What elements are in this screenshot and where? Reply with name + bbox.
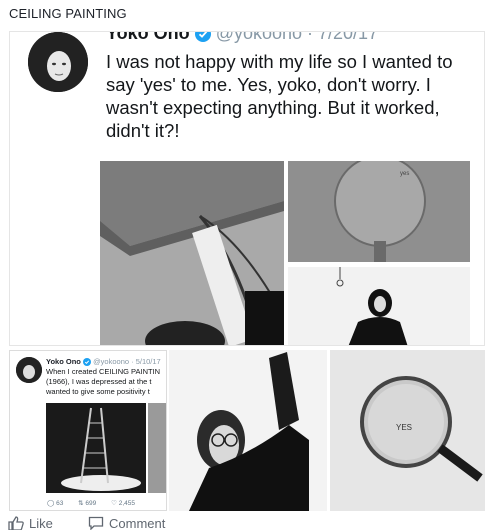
comment-icon	[88, 516, 104, 531]
reply-count: ◯ 63	[47, 500, 64, 507]
comment-button[interactable]: Comment	[88, 516, 165, 531]
tweet-text: I was not happy with my life so I wanted…	[106, 51, 453, 141]
like-button[interactable]: Like	[8, 516, 53, 531]
retweet-count: ⇅ 699	[78, 500, 97, 507]
photo-hanging-chain	[100, 161, 284, 345]
photo-ladder	[46, 403, 146, 493]
mini-tweet-stats: ◯ 63 ⇅ 699 ♡ 2,455	[47, 499, 148, 507]
thumbs-up-icon	[8, 516, 24, 531]
photo-side-crop	[148, 403, 166, 493]
mini-tweet-header: Yoko Ono @yokoono · 5/10/17	[46, 357, 161, 367]
photo-yoko-standing	[288, 267, 470, 345]
verified-badge-icon	[82, 358, 91, 367]
like-label: Like	[29, 516, 53, 531]
tweet-card-image[interactable]: Yoko Ono @yokoono · 7/20/17 I was not ha…	[9, 31, 485, 346]
mini-tweet-line: (1966), I was depressed at the t	[46, 377, 152, 386]
post-caption: CEILING PAINTING	[9, 6, 127, 21]
mini-tweet-author: Yoko Ono	[46, 357, 81, 366]
photo-gallery: Yoko Ono @yokoono · 7/20/17 I was not ha…	[9, 31, 485, 511]
like-count: ♡ 2,455	[111, 500, 135, 507]
magnifier-word: YES	[396, 423, 412, 432]
verified-badge-icon	[194, 32, 211, 43]
svg-text:yes: yes	[400, 171, 409, 177]
post-action-bar: Like Comment	[0, 514, 498, 531]
photo-magnifier-ceiling: yes	[288, 161, 470, 262]
comment-label: Comment	[109, 516, 166, 531]
avatar-portrait	[28, 32, 88, 92]
photo-magnifier-yes[interactable]: YES	[330, 350, 485, 511]
mini-avatar	[16, 357, 42, 383]
mini-tweet-handle: @yokoono · 5/10/17	[93, 357, 161, 366]
mini-tweet-line: When I created CEILING PAINTIN	[46, 367, 161, 376]
tweet-author-name: Yoko Ono	[106, 31, 190, 43]
mini-tweet-line: wanted to give some positivity t	[46, 387, 150, 396]
mini-tweet-text: When I created CEILING PAINTIN (1966), I…	[46, 367, 164, 397]
mini-tweet-image[interactable]: Yoko Ono @yokoono · 5/10/17 When I creat…	[9, 350, 167, 511]
avatar	[28, 32, 88, 92]
photo-lennon[interactable]	[169, 350, 327, 511]
tweet-handle-date: @yokoono · 7/20/17	[215, 31, 379, 43]
tweet-header: Yoko Ono @yokoono · 7/20/17	[106, 31, 379, 44]
